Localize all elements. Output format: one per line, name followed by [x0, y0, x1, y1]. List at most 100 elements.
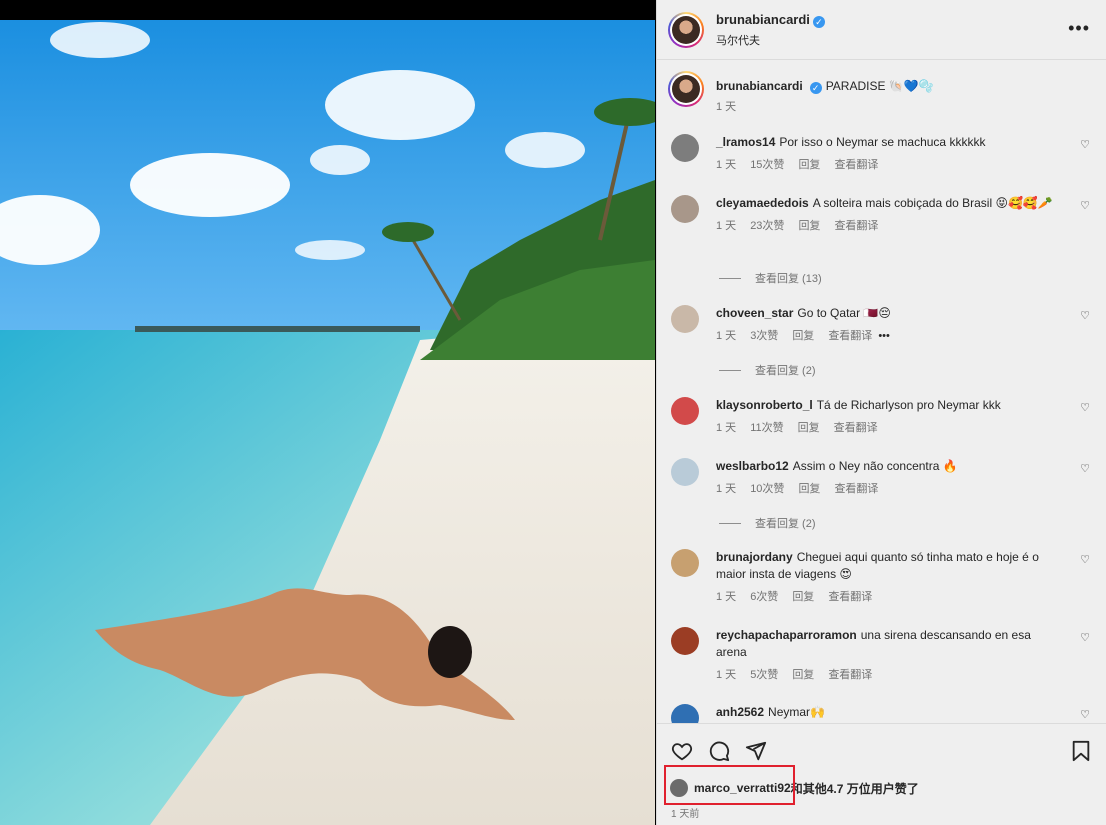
caption-time: 1 天 — [716, 101, 737, 113]
comment-username[interactable]: choveen_star — [716, 306, 793, 320]
reply-button[interactable]: 回复 — [792, 591, 814, 603]
comment-likes[interactable]: 10次赞 — [750, 483, 784, 495]
highlight-box — [664, 765, 795, 805]
comment-text: Go to Qatar 🇶🇦😔 — [797, 306, 891, 320]
commenter-avatar[interactable] — [671, 704, 699, 723]
comment-username[interactable]: anh2562 — [716, 705, 764, 719]
location-link[interactable]: 马尔代夫 — [716, 32, 825, 48]
comment-like-icon[interactable]: ♡ — [1080, 631, 1090, 644]
action-icons — [671, 740, 767, 762]
comment-text: Assim o Ney não concentra 🔥 — [792, 459, 958, 473]
replies-divider — [719, 522, 741, 524]
comment-item: klaysonroberto_l Tá de Richarlyson pro Ne… — [668, 397, 1094, 437]
caption: brunabiancardi ✓ PARADISE 🐚💙🫧 1 天 — [668, 71, 1094, 116]
verified-icon: ✓ — [809, 82, 822, 94]
comment-item: weslbarbo12 Assim o Ney não concentra 🔥 1… — [668, 458, 1094, 498]
comment-time: 1 天 — [716, 220, 737, 232]
author-username[interactable]: brunabiancardi — [716, 12, 810, 27]
reply-button[interactable]: 回复 — [798, 483, 820, 495]
commenter-avatar[interactable] — [671, 134, 699, 162]
comment-like-icon[interactable]: ♡ — [1080, 138, 1090, 151]
comment-like-icon[interactable]: ♡ — [1080, 553, 1090, 566]
view-replies-button[interactable]: 查看回复 (2) — [719, 362, 816, 378]
translate-button[interactable]: 查看翻译 — [828, 330, 872, 342]
commenter-avatar[interactable] — [671, 549, 699, 577]
translate-button[interactable]: 查看翻译 — [834, 422, 878, 434]
save-button[interactable] — [1071, 740, 1091, 762]
commenter-avatar[interactable] — [671, 305, 699, 333]
comment-username[interactable]: weslbarbo12 — [716, 459, 789, 473]
comment-likes[interactable]: 6次赞 — [750, 591, 778, 603]
post-photo[interactable] — [0, 0, 655, 825]
comment-like-icon[interactable]: ♡ — [1080, 462, 1090, 475]
comment-like-icon[interactable]: ♡ — [1080, 401, 1090, 414]
comment-username[interactable]: brunajordany — [716, 550, 793, 564]
caption-text: PARADISE 🐚💙🫧 — [825, 79, 934, 93]
comment-likes[interactable]: 11次赞 — [750, 422, 783, 434]
author-info: brunabiancardi ✓ 马尔代夫 — [716, 11, 825, 48]
view-replies-label: 查看回复 (13) — [755, 273, 822, 285]
reply-button[interactable]: 回复 — [792, 330, 814, 342]
reply-button[interactable]: 回复 — [798, 422, 820, 434]
commenter-avatar[interactable] — [671, 458, 699, 486]
heart-icon[interactable] — [671, 740, 693, 762]
translate-button[interactable]: 查看翻译 — [834, 220, 878, 232]
comment-time: 1 天 — [716, 483, 737, 495]
comment-username[interactable]: klaysonroberto_l — [716, 398, 813, 412]
translate-button[interactable]: 查看翻译 — [834, 483, 878, 495]
comment-time: 1 天 — [716, 330, 737, 342]
comment-item: cleyamaededois A solteira mais cobiçada d… — [668, 195, 1094, 235]
view-replies-label: 查看回复 (2) — [755, 365, 816, 377]
comment-likes[interactable]: 23次赞 — [750, 220, 784, 232]
bookmark-icon[interactable] — [1071, 740, 1091, 762]
view-replies-button[interactable]: 查看回复 (2) — [719, 515, 816, 531]
comment-text: Neymar🙌 — [768, 705, 825, 719]
comment-likes[interactable]: 3次赞 — [750, 330, 778, 342]
view-replies-label: 查看回复 (2) — [755, 518, 816, 530]
commenter-avatar[interactable] — [671, 195, 699, 223]
comment-username[interactable]: _lramos14 — [716, 135, 775, 149]
verified-icon: ✓ — [812, 16, 825, 28]
translate-button[interactable]: 查看翻译 — [828, 591, 872, 603]
comment-item: reychapachaparroramon una sirena descansa… — [668, 627, 1094, 684]
comment-item: _lramos14 Por isso o Neymar se machuca kk… — [668, 134, 1094, 174]
comment-item: brunajordany Cheguei aqui quanto só tinha… — [668, 549, 1094, 606]
comment-likes[interactable]: 5次赞 — [750, 669, 778, 681]
reply-button[interactable]: 回复 — [792, 669, 814, 681]
reply-button[interactable]: 回复 — [798, 220, 820, 232]
author-avatar[interactable] — [668, 11, 704, 48]
caption-avatar[interactable] — [668, 71, 704, 107]
view-replies-button[interactable]: 查看回复 (13) — [719, 270, 822, 286]
comment-like-icon[interactable]: ♡ — [1080, 309, 1090, 322]
comment-time: 1 天 — [716, 591, 737, 603]
translate-button[interactable]: 查看翻译 — [834, 159, 878, 171]
top-bar — [0, 0, 655, 20]
comment-username[interactable]: reychapachaparroramon — [716, 628, 857, 642]
post-time: 1 天前 — [671, 809, 700, 820]
comment-time: 1 天 — [716, 159, 737, 171]
comment-time: 1 天 — [716, 422, 737, 434]
liked-by-count[interactable]: 和其他4.7 万位用户赞了 — [791, 780, 919, 797]
more-options-icon[interactable]: ••• — [1068, 18, 1090, 39]
comment-like-icon[interactable]: ♡ — [1080, 708, 1090, 721]
commenter-avatar[interactable] — [671, 397, 699, 425]
comment-likes[interactable]: 15次赞 — [750, 159, 784, 171]
comment-text: Tá de Richarlyson pro Neymar kkk — [816, 398, 1001, 412]
comment-time: 1 天 — [716, 669, 737, 681]
post-detail-panel: brunabiancardi ✓ 马尔代夫 ••• brunabiancardi ✓… — [656, 0, 1106, 825]
comment-item: anh2562 Neymar🙌 ♡ — [668, 704, 1094, 723]
share-icon[interactable] — [745, 740, 767, 762]
replies-divider — [719, 277, 741, 279]
comment-more-icon[interactable]: ••• — [878, 330, 890, 342]
comment-username[interactable]: cleyamaededois — [716, 196, 809, 210]
commenter-avatar[interactable] — [671, 627, 699, 655]
reply-button[interactable]: 回复 — [798, 159, 820, 171]
comment-icon[interactable] — [708, 740, 730, 762]
comments-list[interactable]: brunabiancardi ✓ PARADISE 🐚💙🫧 1 天 _lramos1… — [657, 61, 1106, 723]
beach-image — [0, 20, 655, 825]
replies-divider — [719, 369, 741, 371]
translate-button[interactable]: 查看翻译 — [828, 669, 872, 681]
comment-like-icon[interactable]: ♡ — [1080, 199, 1090, 212]
comment-item: choveen_star Go to Qatar 🇶🇦😔 1 天 3次赞 回复 查看翻译… — [668, 305, 1094, 345]
caption-username[interactable]: brunabiancardi — [716, 79, 803, 93]
